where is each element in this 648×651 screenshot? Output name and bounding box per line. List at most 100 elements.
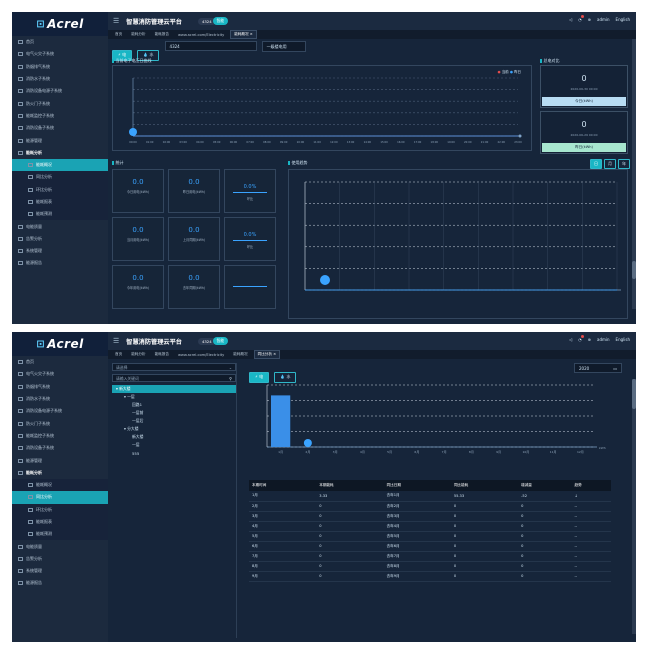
speaker-icon[interactable]: ◁: [569, 337, 572, 342]
sidebar-item[interactable]: 能耗报表: [12, 515, 108, 529]
search-icon[interactable]: ⚲: [229, 376, 232, 381]
tab[interactable]: www.acrel.com/Electricity: [175, 32, 227, 38]
sidebar-item[interactable]: 消防水子系统: [12, 73, 108, 85]
sidebar-item[interactable]: 消防水子系统: [12, 393, 108, 405]
bell-icon[interactable]: ◔: [578, 335, 584, 342]
sidebar-item[interactable]: 消防设备电源子系统: [12, 85, 108, 97]
tree-select[interactable]: 请选择 ⌄: [112, 363, 236, 371]
tab[interactable]: 能耗概况: [230, 351, 250, 358]
language-switch[interactable]: English: [616, 337, 630, 342]
sidebar-item[interactable]: 能源报告: [12, 257, 108, 269]
hamburger-icon[interactable]: ☰: [113, 337, 119, 345]
sidebar-item[interactable]: 电气火灾子系统: [12, 48, 108, 60]
table-cell: ↓: [571, 491, 611, 502]
app-title: 智慧消防管理云平台: [126, 18, 182, 26]
sidebar-item[interactable]: 能耗监控子系统: [12, 110, 108, 122]
tab[interactable]: 能耗分析: [128, 31, 148, 38]
stat-label: 今年用电(kWh): [126, 286, 150, 290]
username[interactable]: admin: [597, 337, 610, 342]
tab[interactable]: 同比分析 ×: [253, 350, 281, 359]
stat-card: 0.0 当月用电(kWh): [112, 217, 164, 261]
sidebar-item[interactable]: 能耗报表: [12, 195, 108, 209]
yesterday-card: 0 2020-06-29 00:00 昨日(kWh): [540, 111, 628, 154]
table-cell: 0: [450, 511, 519, 522]
sidebar-item[interactable]: 能源报告: [12, 577, 108, 589]
sidebar-item[interactable]: 能耗概况: [12, 478, 108, 492]
scrollbar[interactable]: [632, 379, 636, 634]
table-row: 6月 0 去年6月 0 0 --: [249, 541, 611, 552]
tab[interactable]: 首页: [112, 31, 125, 38]
sidebar-item[interactable]: 消防设备子系统: [12, 122, 108, 134]
period-button[interactable]: 月: [604, 159, 616, 169]
tree-node[interactable]: ▾ 一层: [112, 393, 236, 401]
user-icon[interactable]: ⊕: [588, 17, 591, 22]
hamburger-icon[interactable]: ☰: [113, 17, 119, 25]
tab[interactable]: 能耗报告: [152, 351, 172, 358]
sidebar-item[interactable]: 环比分析: [12, 183, 108, 196]
tab[interactable]: 能耗概况 ×: [230, 30, 257, 39]
tab[interactable]: 首页: [112, 351, 125, 358]
username[interactable]: admin: [597, 17, 610, 22]
tree-node[interactable]: 新大楼: [112, 433, 236, 441]
tab[interactable]: 能耗分析: [128, 351, 148, 358]
table-cell: --: [571, 501, 611, 512]
sidebar-item[interactable]: 能源管理: [12, 454, 108, 466]
sidebar-item[interactable]: 能源管理: [12, 134, 108, 146]
sidebar-item[interactable]: 首页: [12, 36, 108, 48]
year-select[interactable]: 2020 ▭: [574, 363, 622, 373]
sidebar-item[interactable]: 防火门子系统: [12, 417, 108, 429]
sidebar-item[interactable]: 能耗分析: [12, 467, 108, 479]
scrollbar-thumb[interactable]: [632, 379, 636, 409]
user-icon[interactable]: ⊕: [588, 337, 591, 342]
period-button[interactable]: 年: [618, 159, 630, 169]
site-select[interactable]: 4324: [164, 41, 257, 51]
table-cell: 4月: [249, 521, 317, 532]
table-cell: 0: [450, 541, 519, 552]
stat-card: 0.0 上月同期(kWh): [168, 217, 220, 261]
tree-node[interactable]: ▾ 新大楼: [112, 385, 236, 393]
sidebar-item[interactable]: 电能质量: [12, 220, 108, 232]
tree-node[interactable]: 一层前: [112, 409, 236, 417]
sidebar-item[interactable]: 防烟排气系统: [12, 381, 108, 393]
tree-search-input[interactable]: 请输入关键词 ⚲: [112, 374, 236, 382]
tab[interactable]: www.acrel.com/Electricity: [175, 352, 227, 358]
menu-item-icon: [18, 544, 23, 549]
sidebar-item[interactable]: 环比分析: [12, 503, 108, 516]
sidebar-item[interactable]: 同比分析: [12, 491, 108, 504]
tree-node[interactable]: 回路1: [112, 401, 236, 409]
sidebar-item[interactable]: 首页: [12, 356, 108, 368]
tree-node[interactable]: ▾ 分大楼: [112, 425, 236, 433]
sidebar-item[interactable]: 能耗预测: [12, 208, 108, 221]
speaker-icon[interactable]: ◁: [569, 17, 572, 22]
project-badge[interactable]: 智能: [212, 337, 229, 345]
sidebar-item[interactable]: 系统管理: [12, 245, 108, 257]
sidebar-item[interactable]: 能耗监控子系统: [12, 430, 108, 442]
sidebar-item[interactable]: 电能质量: [12, 540, 108, 552]
sidebar-item[interactable]: 系统管理: [12, 565, 108, 577]
bell-icon[interactable]: ◔: [578, 15, 584, 22]
sidebar-item[interactable]: 消防设备电源子系统: [12, 405, 108, 417]
bar[interactable]: [271, 395, 291, 447]
sidebar-item[interactable]: 告警分析: [12, 553, 108, 565]
sidebar-item[interactable]: 能耗预测: [12, 528, 108, 541]
sidebar-item[interactable]: 防烟排气系统: [12, 61, 108, 73]
language-switch[interactable]: English: [616, 17, 630, 22]
tree-node[interactable]: 一层后: [112, 417, 236, 425]
x-tick-label: 11月: [550, 450, 557, 454]
sidebar-item[interactable]: 能耗分析: [12, 147, 108, 159]
sidebar-item[interactable]: 消防设备子系统: [12, 442, 108, 454]
sidebar-item[interactable]: 电气火灾子系统: [12, 368, 108, 380]
tree-node[interactable]: 一层: [112, 441, 236, 449]
sidebar-item[interactable]: 能耗概况: [12, 158, 108, 172]
trend-section-title: 使用趋势: [288, 160, 308, 166]
tree-node[interactable]: 555: [112, 449, 236, 457]
period-select[interactable]: 一级楼电用: [261, 41, 306, 52]
table-cell: 0: [450, 531, 519, 542]
sidebar-item[interactable]: 告警分析: [12, 233, 108, 245]
period-button[interactable]: 日: [590, 159, 602, 169]
tab[interactable]: 能耗报告: [152, 31, 172, 38]
sidebar-item[interactable]: 防火门子系统: [12, 97, 108, 109]
project-badge[interactable]: 智能: [212, 17, 229, 25]
scrollbar-thumb[interactable]: [632, 261, 636, 279]
sidebar-item[interactable]: 同比分析: [12, 171, 108, 184]
